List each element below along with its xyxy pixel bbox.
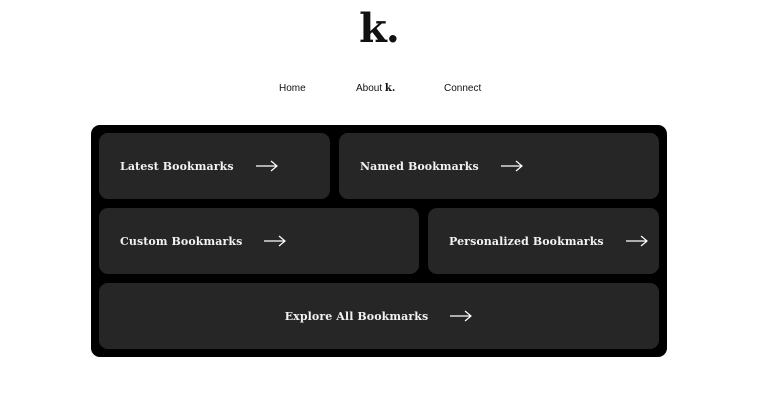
nav-about-brand: k. — [384, 83, 396, 94]
arrow-right-icon — [263, 235, 287, 247]
nav-link-home[interactable]: Home — [279, 82, 306, 96]
latest-bookmarks-label: Latest Bookmarks — [120, 159, 234, 173]
arrow-right-icon — [625, 235, 649, 247]
brand-logo[interactable]: k. — [0, 2, 758, 56]
personalized-bookmarks-label: Personalized Bookmarks — [449, 234, 604, 248]
nav-link-connect[interactable]: Connect — [444, 82, 481, 96]
main-nav: Home About k. Connect — [0, 82, 758, 96]
latest-bookmarks-card[interactable]: Latest Bookmarks — [99, 133, 330, 199]
explore-all-bookmarks-label: Explore All Bookmarks — [284, 309, 429, 323]
personalized-bookmarks-card[interactable]: Personalized Bookmarks — [428, 208, 659, 274]
named-bookmarks-card[interactable]: Named Bookmarks — [339, 133, 659, 199]
nav-link-about[interactable]: About k. — [356, 82, 395, 96]
explore-all-bookmarks-card[interactable]: Explore All Bookmarks — [99, 283, 659, 349]
arrow-right-icon — [500, 160, 524, 172]
arrow-right-icon — [449, 310, 473, 322]
named-bookmarks-label: Named Bookmarks — [360, 159, 479, 173]
custom-bookmarks-label: Custom Bookmarks — [120, 234, 243, 248]
custom-bookmarks-card[interactable]: Custom Bookmarks — [99, 208, 419, 274]
nav-about-label: About — [356, 83, 383, 94]
arrow-right-icon — [255, 160, 279, 172]
bookmarks-panel: Latest Bookmarks Named Bookmarks Custom … — [91, 125, 667, 357]
